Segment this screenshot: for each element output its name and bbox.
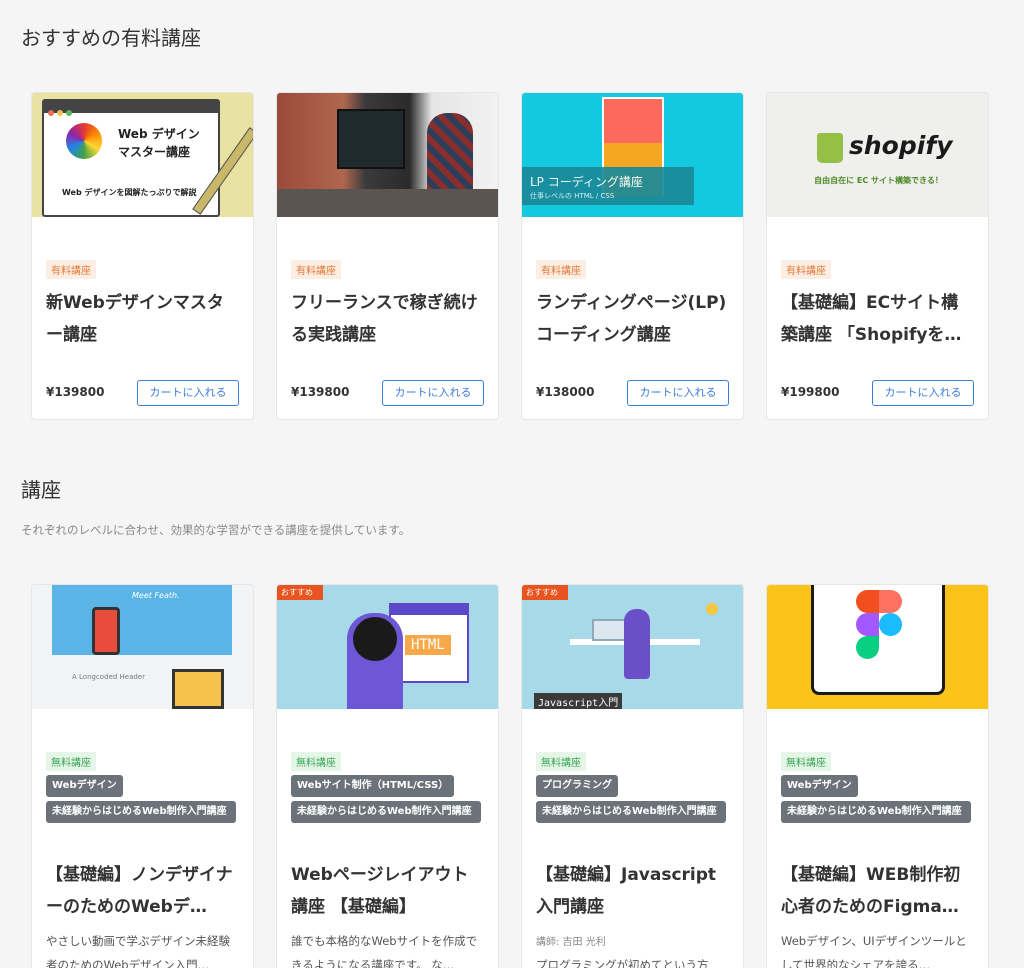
category-tag[interactable]: Webデザイン [46, 775, 123, 797]
course-title[interactable]: フリーランスで稼ぎ続ける実践講座 [291, 287, 484, 351]
course-description: プログラミングが初めてという方 [536, 958, 709, 968]
category-tag[interactable]: Webデザイン [781, 775, 858, 797]
mockup-heading: A Longcoded Header [72, 673, 145, 681]
shopify-logo: shopify [849, 131, 953, 160]
phone-illustration [92, 607, 120, 655]
thumb-caption: 自由自在に EC サイト構築できる！ [814, 176, 943, 185]
series-tag[interactable]: 未経験からはじめるWeb制作入門講座 [536, 801, 726, 823]
tablet-illustration [172, 669, 224, 709]
recommended-section-title: おすすめの有料講座 [21, 26, 201, 50]
paid-course-tag: 有料講座 [46, 260, 96, 279]
course-thumbnail: HTML おすすめ [277, 585, 498, 709]
course-description: Webデザイン、UIデザインツールとして世界的なシェアを誇る… [781, 934, 967, 968]
course-card-figma[interactable]: 無料講座 Webデザイン 未経験からはじめるWeb制作入門講座 【基礎編】WEB… [766, 584, 989, 968]
course-card-web-design-master[interactable]: Web デザイン マスター講座 Web デザインを図解たっぷりで解説 有料講座 … [31, 92, 254, 420]
free-course-tag: 無料講座 [781, 752, 831, 771]
shopify-bag-icon [817, 133, 843, 163]
add-to-cart-button[interactable]: カートに入れる [382, 380, 484, 406]
course-price: ¥139800 [291, 385, 350, 399]
thumb-title-line1: Web デザイン [118, 127, 200, 141]
person-illustration [347, 613, 403, 709]
add-to-cart-button[interactable]: カートに入れる [137, 380, 239, 406]
course-title[interactable]: 新Webデザインマスター講座 [46, 287, 239, 351]
course-thumbnail: Meet Feath. A Longcoded Header [32, 585, 253, 709]
thumb-subtitle: 仕事レベルの HTML / CSS [530, 192, 615, 200]
free-course-tag: 無料講座 [46, 752, 96, 771]
color-wheel-icon [66, 123, 102, 159]
course-thumbnail [767, 585, 988, 709]
course-title[interactable]: 【基礎編】ノンデザイナーのためのWebデ… [46, 859, 239, 923]
paid-course-tag: 有料講座 [536, 260, 586, 279]
series-tag[interactable]: 未経験からはじめるWeb制作入門講座 [46, 801, 236, 823]
course-title[interactable]: 【基礎編】ECサイト構築講座 「Shopifyを… [781, 287, 974, 351]
course-card-lp-coding[interactable]: LP コーディング講座 仕事レベルの HTML / CSS 有料講座 ランディン… [521, 92, 744, 420]
course-price: ¥138000 [536, 385, 595, 399]
course-title[interactable]: Webページレイアウト講座 【基礎編】 [291, 859, 484, 923]
thumb-caption: Web デザインを図解たっぷりで解説 [62, 188, 197, 197]
course-price: ¥139800 [46, 385, 105, 399]
series-tag[interactable]: 未経験からはじめるWeb制作入門講座 [291, 801, 481, 823]
tablet-frame [811, 585, 945, 695]
mockup-brand: Meet Feath. [132, 591, 180, 600]
course-thumbnail: Web デザイン マスター講座 Web デザインを図解たっぷりで解説 [32, 93, 253, 217]
desk-illustration [277, 189, 498, 217]
course-description: 誰でも本格的なWebサイトを作成できるようになる講座です。 な… [291, 934, 478, 968]
free-course-tag: 無料講座 [291, 752, 341, 771]
paid-course-tag: 有料講座 [291, 260, 341, 279]
course-card-webpage-layout[interactable]: HTML おすすめ 無料講座 Webサイト制作（HTML/CSS） 未経験からは… [276, 584, 499, 968]
courses-section-description: それぞれのレベルに合わせ、効果的な学習ができる講座を提供しています。 [21, 523, 411, 537]
monitor-illustration [337, 109, 405, 169]
course-thumbnail: shopify 自由自在に EC サイト構築できる！ [767, 93, 988, 217]
website-mockup-illustration: Meet Feath. [52, 585, 232, 655]
lightbulb-icon [706, 603, 718, 615]
course-card-shopify[interactable]: shopify 自由自在に EC サイト構築できる！ 有料講座 【基礎編】ECサ… [766, 92, 989, 420]
course-thumbnail: Javascript入門 おすすめ [522, 585, 743, 709]
series-tag[interactable]: 未経験からはじめるWeb制作入門講座 [781, 801, 971, 823]
instructor-name: 講師: 吉田 光利 [536, 937, 606, 948]
free-course-tag: 無料講座 [536, 752, 586, 771]
js-label: Javascript入門 [534, 693, 623, 709]
course-card-javascript[interactable]: Javascript入門 おすすめ 無料講座 プログラミング 未経験からはじめる… [521, 584, 744, 968]
thumb-title: LP コーディング講座 [530, 175, 643, 189]
course-title[interactable]: 【基礎編】Javascript入門講座 [536, 859, 729, 923]
recommended-ribbon: おすすめ [277, 585, 323, 600]
person-illustration [624, 609, 650, 679]
course-price: ¥199800 [781, 385, 840, 399]
figma-logo-icon [856, 590, 902, 682]
html-label: HTML [405, 635, 451, 655]
recommended-ribbon: おすすめ [522, 585, 568, 600]
lp-caption-bar: LP コーディング講座 仕事レベルの HTML / CSS [522, 167, 694, 205]
course-description: やさしい動画で学ぶデザイン未経験者のためのWebデザイン入門… [46, 934, 230, 968]
add-to-cart-button[interactable]: カートに入れる [872, 380, 974, 406]
courses-section-title: 講座 [21, 478, 61, 502]
course-thumbnail: LP コーディング講座 仕事レベルの HTML / CSS [522, 93, 743, 217]
add-to-cart-button[interactable]: カートに入れる [627, 380, 729, 406]
course-card-non-designer[interactable]: Meet Feath. A Longcoded Header 無料講座 Webデ… [31, 584, 254, 968]
course-title[interactable]: 【基礎編】WEB制作初心者のためのFigma… [781, 859, 974, 923]
category-tag[interactable]: プログラミング [536, 775, 618, 797]
course-title[interactable]: ランディングページ(LP)コーディング講座 [536, 287, 729, 351]
category-tag[interactable]: Webサイト制作（HTML/CSS） [291, 775, 455, 797]
paid-course-tag: 有料講座 [781, 260, 831, 279]
course-card-freelance[interactable]: 有料講座 フリーランスで稼ぎ続ける実践講座 ¥139800 カートに入れる [276, 92, 499, 420]
thumb-title-line2: マスター講座 [118, 145, 191, 159]
course-thumbnail-photo [277, 93, 498, 217]
browser-window-illustration: Web デザイン マスター講座 Web デザインを図解たっぷりで解説 [42, 99, 220, 217]
